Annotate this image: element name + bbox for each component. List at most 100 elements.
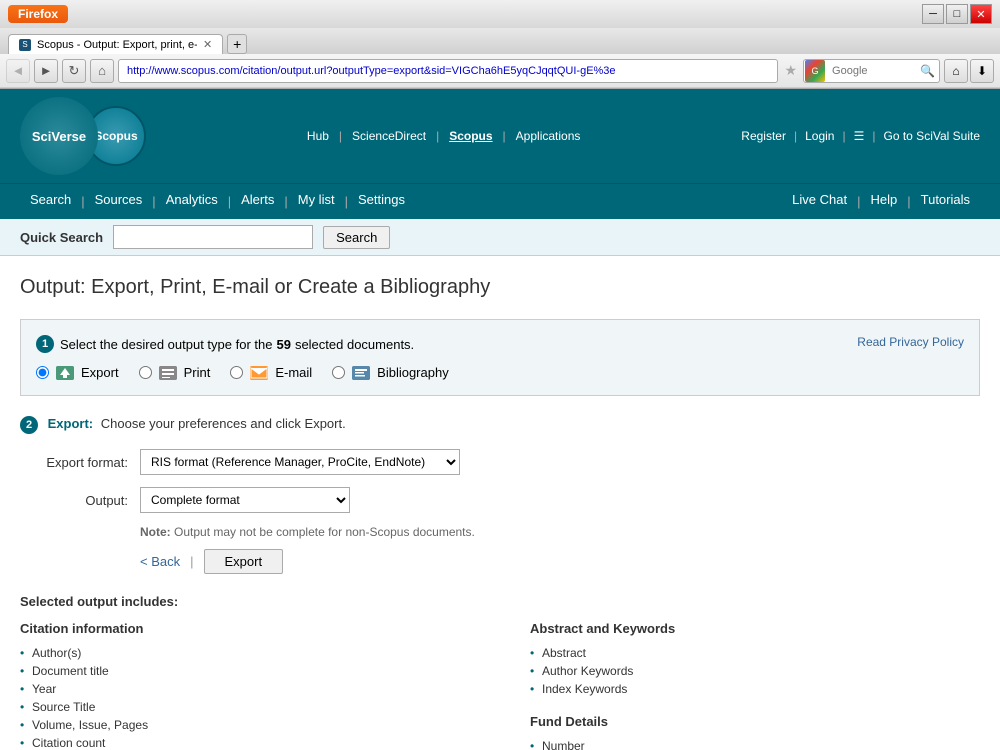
active-tab[interactable]: S Scopus - Output: Export, print, e-mail…	[8, 34, 223, 54]
export-button[interactable]: Export	[204, 549, 284, 574]
window-close-button[interactable]: ✕	[970, 4, 992, 24]
note-content: Output may not be complete for non-Scopu…	[174, 525, 475, 539]
output-format-label: Output:	[20, 493, 140, 508]
livechat-link[interactable]: Live Chat	[782, 184, 857, 220]
refresh-button[interactable]: ↻	[62, 59, 86, 83]
print-radio[interactable]	[139, 366, 152, 379]
section1-desc-prefix: Select the desired output type for the	[60, 337, 272, 352]
nav-sep1: |	[339, 129, 342, 143]
fund-details-list: Number Acronym Sponsor	[530, 737, 980, 750]
header-top: SciVerse Scopus Hub | ScienceDirect | Sc…	[0, 89, 1000, 183]
quick-search-bar: Quick Search Search	[0, 219, 1000, 256]
section1-doc-count: 59	[276, 337, 290, 352]
output-format-row: Output: Complete format Standard format …	[20, 487, 980, 513]
back-link[interactable]: < Back	[140, 554, 180, 569]
new-tab-button[interactable]: +	[227, 34, 247, 54]
home-page-button[interactable]: ⌂	[944, 59, 968, 83]
export-icon	[56, 366, 74, 380]
export-header: 2 Export: Choose your preferences and cl…	[20, 416, 980, 434]
note-text: Note: Output may not be complete for non…	[140, 525, 980, 539]
scopus-header: SciVerse Scopus Hub | ScienceDirect | Sc…	[0, 89, 1000, 219]
tab-favicon: S	[19, 39, 31, 51]
action-separator: |	[190, 554, 193, 569]
bookmark-star-icon[interactable]: ★	[784, 62, 797, 79]
sources-nav-item[interactable]: Sources	[85, 184, 153, 220]
export-radio[interactable]	[36, 366, 49, 379]
page-title: Output: Export, Print, E-mail or Create …	[20, 276, 980, 299]
tab-title: Scopus - Output: Export, print, e-mail o…	[37, 39, 197, 51]
list-item: Abstract	[530, 644, 980, 662]
quick-search-input[interactable]	[113, 225, 313, 249]
nav-icon-buttons: ⌂ ⬇	[944, 59, 994, 83]
scival-link[interactable]: Go to SciVal Suite	[884, 129, 981, 143]
export-label: Export	[81, 365, 119, 380]
export-format-label: Export format:	[20, 455, 140, 470]
settings-nav-item[interactable]: Settings	[348, 184, 415, 220]
bibliography-option[interactable]: Bibliography	[332, 365, 449, 380]
export-format-row: Export format: RIS format (Reference Man…	[20, 449, 980, 475]
section2-number: 2	[20, 416, 38, 434]
home-button[interactable]: ⌂	[90, 59, 114, 83]
section1-number: 1	[36, 335, 54, 353]
applications-link[interactable]: Applications	[516, 129, 581, 143]
export-option[interactable]: Export	[36, 365, 119, 380]
alerts-nav-item[interactable]: Alerts	[231, 184, 284, 220]
bibliography-radio[interactable]	[332, 366, 345, 379]
window-minimize-button[interactable]: ─	[922, 4, 944, 24]
scopus-nav-link[interactable]: Scopus	[449, 129, 492, 143]
title-bar-left: Firefox	[8, 5, 68, 23]
export-header-label: Export:	[48, 416, 94, 431]
output-options: Export Print E-mail	[36, 365, 964, 380]
list-item: Index Keywords	[530, 680, 980, 698]
citation-info-column: Citation information Author(s) Document …	[20, 621, 470, 750]
header-right-links: Register | Login | ☰ | Go to SciVal Suit…	[741, 129, 980, 143]
nav-bar: ◄ ► ↻ ⌂ ★ G 🔍 ⌂ ⬇	[0, 54, 1000, 88]
downloads-button[interactable]: ⬇	[970, 59, 994, 83]
register-link[interactable]: Register	[741, 129, 786, 143]
search-engine-icon: G	[805, 60, 825, 82]
output-format-select[interactable]: Complete format Standard format Custom f…	[140, 487, 350, 513]
email-option[interactable]: E-mail	[230, 365, 312, 380]
header-nav-links: Hub | ScienceDirect | Scopus | Applicati…	[307, 119, 580, 153]
note-label: Note:	[140, 525, 171, 539]
privacy-policy-link[interactable]: Read Privacy Policy	[857, 335, 964, 349]
back-button[interactable]: ◄	[6, 59, 30, 83]
firefox-button[interactable]: Firefox	[8, 5, 68, 23]
export-format-select[interactable]: RIS format (Reference Manager, ProCite, …	[140, 449, 460, 475]
section1-header: 1 Select the desired output type for the…	[36, 335, 964, 353]
hub-link[interactable]: Hub	[307, 129, 329, 143]
main-nav: Search | Sources | Analytics | Alerts | …	[0, 183, 1000, 219]
tab-close-button[interactable]: ✕	[203, 38, 212, 51]
search-nav-item[interactable]: Search	[20, 184, 81, 220]
quick-search-button[interactable]: Search	[323, 226, 390, 249]
abstract-keywords-list: Abstract Author Keywords Index Keywords	[530, 644, 980, 698]
email-radio[interactable]	[230, 366, 243, 379]
fund-details-column: Fund Details Number Acronym Sponsor	[530, 714, 980, 750]
nav-sep2: |	[436, 129, 439, 143]
window-maximize-button[interactable]: □	[946, 4, 968, 24]
right-sep3: |	[872, 129, 875, 143]
list-item: Source Title	[20, 698, 470, 716]
browser-search-input[interactable]	[826, 65, 916, 77]
help-link[interactable]: Help	[860, 184, 907, 220]
tutorials-link[interactable]: Tutorials	[911, 184, 980, 220]
action-row: < Back | Export	[140, 549, 980, 574]
analytics-nav-item[interactable]: Analytics	[156, 184, 228, 220]
list-item: Citation count	[20, 734, 470, 750]
content-area: Output: Export, Print, E-mail or Create …	[0, 256, 1000, 750]
print-option[interactable]: Print	[139, 365, 211, 380]
title-bar: Firefox ─ □ ✕	[0, 0, 1000, 28]
mylist-nav-item[interactable]: My list	[288, 184, 345, 220]
export-header-instructions: Choose your preferences and click Export…	[101, 416, 346, 431]
browser-search-go-button[interactable]: 🔍	[916, 64, 939, 78]
forward-button[interactable]: ►	[34, 59, 58, 83]
address-bar[interactable]	[118, 59, 778, 83]
selected-output-section: Selected output includes: Citation infor…	[20, 594, 980, 750]
login-link[interactable]: Login	[805, 129, 834, 143]
sciencedirect-link[interactable]: ScienceDirect	[352, 129, 426, 143]
selected-output-title: Selected output includes:	[20, 594, 980, 609]
window-controls: ─ □ ✕	[922, 4, 992, 24]
output-columns: Citation information Author(s) Document …	[20, 621, 980, 750]
settings-icon: ☰	[854, 129, 865, 143]
sciverse-logo: SciVerse	[20, 97, 98, 175]
